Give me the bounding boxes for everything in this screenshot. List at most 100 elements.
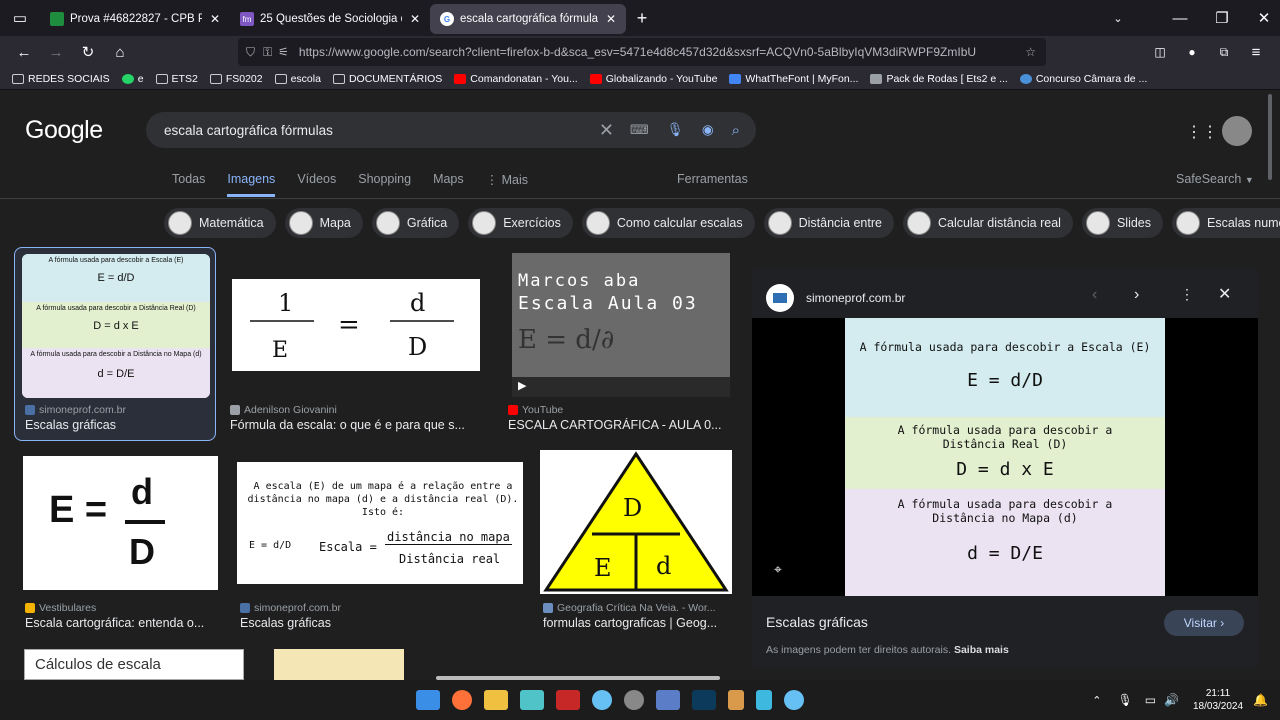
extensions-icon[interactable]: ⧉	[1208, 38, 1240, 66]
flag-app-icon[interactable]	[728, 690, 744, 710]
search-input[interactable]: escala cartográfica fórmulas	[164, 123, 599, 138]
lens-search-icon[interactable]: ⌖	[774, 561, 782, 578]
notepad-icon[interactable]	[520, 690, 544, 710]
firefox-icon[interactable]	[452, 690, 472, 710]
keyboard-icon[interactable]: ⌨	[630, 122, 649, 138]
tab-prova[interactable]: Prova #46822827 - CPB Prova ✕	[40, 4, 230, 34]
bookmark-item[interactable]: Globalizando - YouTube	[589, 73, 717, 85]
search-box[interactable]: escala cartográfica fórmulas ✕ ⌨ 🎙 ◉ ⌕	[146, 112, 756, 148]
chip[interactable]: Gráfica	[371, 208, 460, 238]
photoshop-icon[interactable]	[692, 690, 716, 710]
shield-icon[interactable]: ⛉	[246, 45, 255, 60]
image-result[interactable]: A escala (E) de um mapa é a relação entr…	[236, 456, 526, 632]
reload-button[interactable]: ↻	[72, 38, 104, 66]
search-icon[interactable]: ⌕	[732, 122, 740, 139]
result-title[interactable]: ESCALA CARTOGRÁFICA - AULA 0...	[508, 418, 732, 432]
tab-shopping[interactable]: Shopping	[358, 172, 411, 197]
bookmark-item[interactable]: FS0202	[209, 73, 263, 85]
chrome-app-icon[interactable]	[624, 690, 644, 710]
bookmark-item[interactable]: escola	[274, 73, 321, 85]
close-window-button[interactable]: ✕	[1248, 4, 1280, 32]
bookmark-item[interactable]: WhatTheFont | MyFon...	[729, 73, 858, 85]
chip[interactable]: Exercícios	[468, 208, 573, 238]
chevron-down-icon[interactable]: ⌄	[1102, 4, 1134, 32]
bookmark-item[interactable]: e	[121, 73, 144, 85]
chip[interactable]: Calcular distância real	[902, 208, 1073, 238]
lock-icon[interactable]: ⚿	[263, 45, 272, 60]
chip[interactable]: Slides	[1081, 208, 1163, 238]
close-icon[interactable]: ✕	[606, 12, 616, 26]
close-icon[interactable]: ✕	[1218, 284, 1231, 304]
mic-icon[interactable]: 🎙	[1117, 693, 1132, 707]
result-title[interactable]: Escalas gráficas	[240, 616, 520, 630]
result-title[interactable]: Escalas gráficas	[25, 418, 213, 432]
bookmark-item[interactable]: REDES SOCIAIS	[12, 73, 110, 85]
chip[interactable]: Mapa	[284, 208, 363, 238]
forward-button[interactable]: →	[40, 38, 72, 66]
preview-source[interactable]: simoneprof.com.br	[806, 291, 905, 305]
image-result[interactable]: A fórmula usada para descobir a Escala (…	[14, 247, 216, 441]
minimize-button[interactable]: —	[1164, 4, 1196, 32]
volume-icon[interactable]: 🔊	[1164, 693, 1179, 707]
result-title[interactable]: Fórmula da escala: o que é e para que s.…	[230, 418, 482, 432]
bookmark-item[interactable]: Pack de Rodas [ Ets2 e ...	[870, 73, 1008, 85]
play-icon[interactable]: ▶	[518, 379, 526, 392]
preview-image[interactable]: A fórmula usada para descobir a Escala (…	[845, 318, 1165, 596]
restore-button[interactable]: ❐	[1206, 4, 1238, 32]
image-result[interactable]: 1 E = d D Adenilson Giovanini Fórmula da…	[226, 252, 486, 442]
lens-icon[interactable]: ◉	[702, 122, 714, 138]
tools-button[interactable]: Ferramentas	[677, 172, 748, 186]
result-title[interactable]: Escala cartográfica: entenda o...	[25, 616, 221, 630]
scrollbar[interactable]	[1268, 94, 1272, 180]
tab-list-icon[interactable]: ▭	[0, 4, 40, 32]
more-options-icon[interactable]: ⋮	[1180, 286, 1194, 303]
pocket-icon[interactable]: ◫	[1144, 38, 1176, 66]
tab-escala[interactable]: G escala cartográfica fórmulas - P ✕	[430, 4, 626, 34]
bookmark-item[interactable]: Comandonatan - You...	[454, 73, 578, 85]
app-icon[interactable]	[756, 690, 772, 710]
bookmark-item[interactable]: Concurso Câmara de ...	[1019, 73, 1147, 85]
windows-start-icon[interactable]	[416, 690, 440, 710]
menu-icon[interactable]: ≡	[1240, 38, 1272, 66]
result-title[interactable]: formulas cartograficas | Geog...	[543, 616, 735, 630]
clock[interactable]: 21:11 18/03/2024	[1193, 687, 1243, 713]
chip[interactable]: Matemática	[164, 208, 276, 238]
app-icon[interactable]	[656, 690, 680, 710]
visit-button[interactable]: Visitar ›	[1164, 610, 1244, 636]
chip[interactable]: Como calcular escalas	[581, 208, 755, 238]
prev-arrow-icon[interactable]: ‹	[1092, 286, 1097, 304]
chip[interactable]: Distância entre	[763, 208, 894, 238]
safesearch-button[interactable]: SafeSearch ▼	[1176, 172, 1254, 186]
image-result[interactable]: E = d D Vestibulares Escala cartográfica…	[22, 456, 222, 632]
chip[interactable]: Escalas numé	[1172, 208, 1280, 238]
new-tab-button[interactable]: +	[626, 4, 658, 32]
image-result[interactable]: D E d Geografia Crítica Na Veia. - Wor..…	[540, 450, 736, 632]
image-result[interactable]: Cálculos de escala	[24, 649, 244, 680]
clear-icon[interactable]: ✕	[599, 120, 614, 141]
url-bar[interactable]: ⛉ ⚿ ⚟ https://www.google.com/search?clie…	[238, 38, 1046, 66]
tab-sociologia[interactable]: fm 25 Questões de Sociologia que ✕	[230, 4, 430, 34]
tab-todas[interactable]: Todas	[172, 172, 205, 197]
image-app-icon[interactable]	[556, 690, 580, 710]
steam-icon[interactable]	[784, 690, 804, 710]
tab-mais[interactable]: ⋮ Mais	[486, 172, 528, 197]
tab-videos[interactable]: Vídeos	[297, 172, 336, 197]
image-result[interactable]	[274, 649, 404, 680]
learn-more-link[interactable]: Saiba mais	[954, 644, 1009, 656]
avatar[interactable]	[1222, 116, 1252, 146]
settings-icon[interactable]: ⚟	[278, 45, 289, 59]
bookmark-item[interactable]: ETS2	[155, 73, 198, 85]
tray-chevron-icon[interactable]: ⌃	[1092, 694, 1101, 707]
google-logo[interactable]: Google	[25, 116, 103, 145]
mic-icon[interactable]: 🎙	[667, 122, 684, 138]
next-arrow-icon[interactable]: ›	[1134, 286, 1139, 304]
account-icon[interactable]: ●	[1176, 38, 1208, 66]
notification-icon[interactable]: 🔔	[1253, 693, 1268, 707]
close-icon[interactable]: ✕	[410, 12, 420, 26]
star-icon[interactable]: ☆	[1025, 45, 1036, 59]
display-icon[interactable]: ▭	[1145, 693, 1156, 707]
steam-icon[interactable]	[592, 690, 612, 710]
tab-imagens[interactable]: Imagens	[227, 172, 276, 197]
bookmark-item[interactable]: DOCUMENTÁRIOS	[332, 73, 442, 85]
file-explorer-icon[interactable]	[484, 690, 508, 710]
